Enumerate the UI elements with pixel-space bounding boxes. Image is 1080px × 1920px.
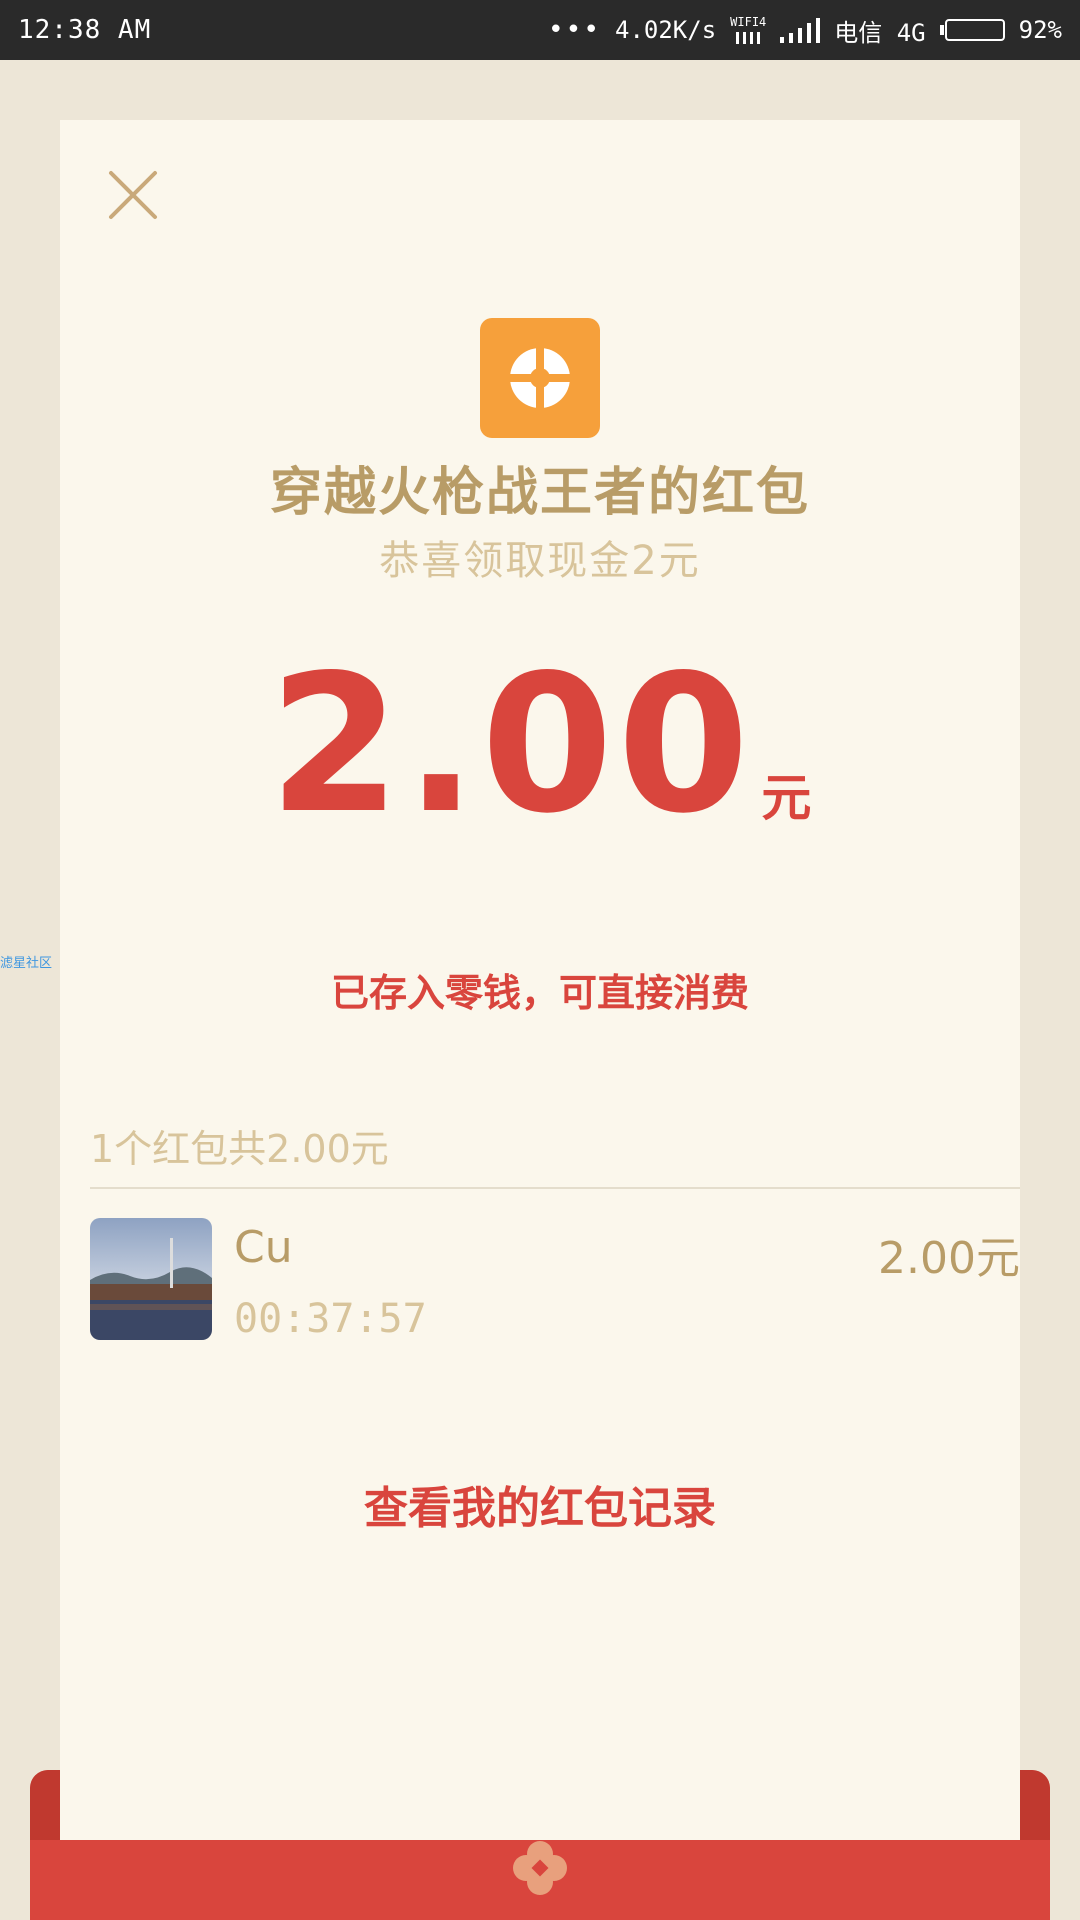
status-bar: 12:38 AM ••• 4.02K/s WIFI4 电信 4G 92% [0, 0, 1080, 60]
close-button[interactable] [98, 160, 168, 230]
app-logo-icon [480, 318, 600, 438]
divider [90, 1187, 1020, 1189]
battery-percent: 92% [1018, 16, 1062, 44]
envelope-emblem-icon [513, 1841, 567, 1895]
status-time: 12:38 AM [18, 15, 152, 45]
carrier-label: 电信 4G [834, 18, 926, 47]
deposit-note: 已存入零钱，可直接消费 [330, 971, 749, 1015]
amount-unit: 元 [761, 769, 812, 827]
close-icon [109, 171, 157, 219]
battery-icon [939, 19, 1005, 41]
network-speed: 4.02K/s [615, 16, 717, 44]
sender-title: 穿越火枪战王者的红包 [269, 463, 810, 523]
record-amount: 2.00元 [878, 1233, 1020, 1284]
signal-strength-icon [780, 17, 821, 43]
side-watermark: 滤星社区 [0, 956, 53, 971]
status-indicators: ••• 4.02K/s WIFI4 电信 4G 92% [548, 13, 1062, 48]
avatar[interactable] [90, 1218, 212, 1340]
greeting-text: 恭喜领取现金2元 [379, 538, 701, 584]
red-packet-card: 穿越火枪战王者的红包 恭喜领取现金2元 2.00 元 已存入零钱，可直接消费 1… [60, 120, 1020, 1840]
more-dots-icon: ••• [548, 15, 601, 45]
packet-summary: 1个红包共2.00元 [90, 1127, 389, 1171]
wifi-label: WIFI4 [730, 15, 767, 29]
amount-value: 2.00 [268, 634, 754, 855]
view-records-link[interactable]: 查看我的红包记录 [60, 1472, 1020, 1536]
wifi-icon: WIFI4 [730, 16, 766, 44]
list-item: Cu 00:37:57 2.00元 [90, 1218, 1020, 1342]
record-name: Cu [234, 1222, 293, 1273]
record-time: 00:37:57 [234, 1296, 427, 1342]
amount-display: 2.00 元 [60, 640, 1020, 840]
